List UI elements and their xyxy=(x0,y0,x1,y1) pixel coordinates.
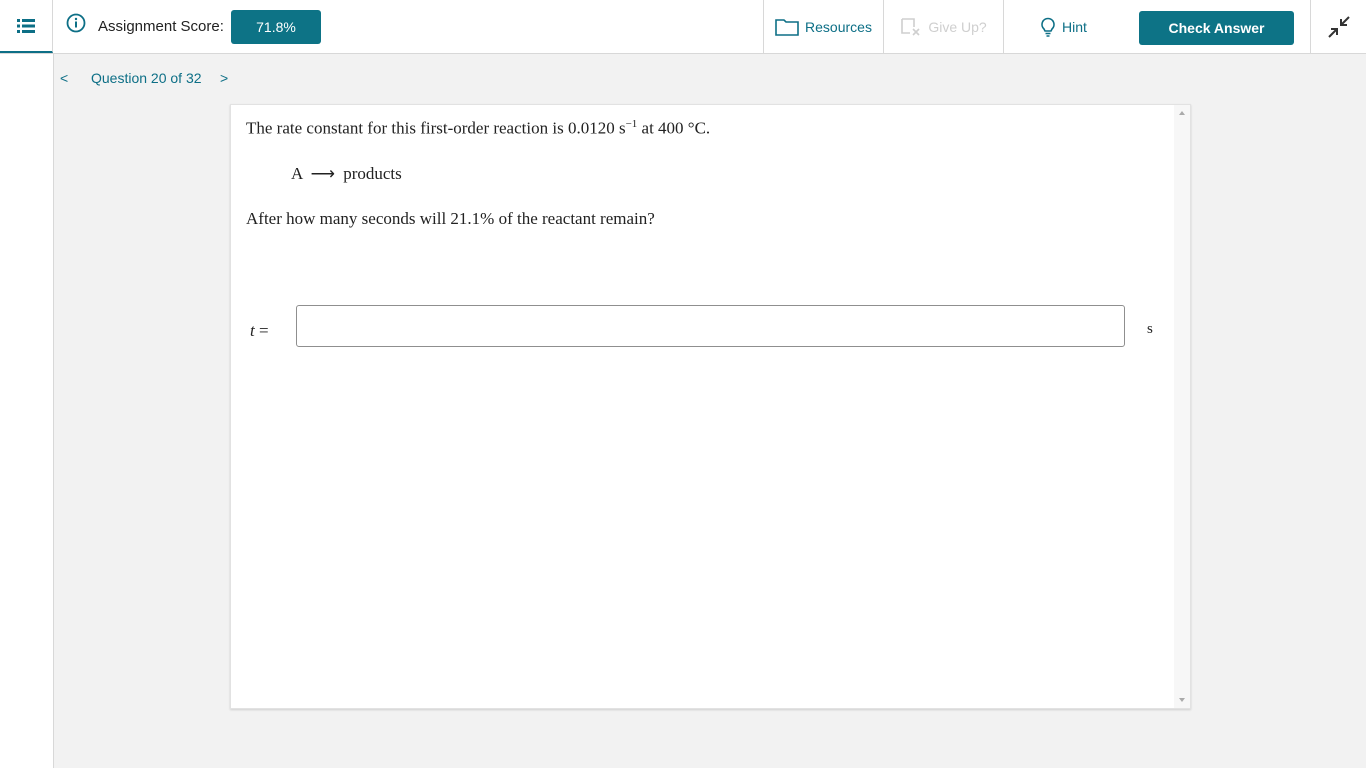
menu-button[interactable] xyxy=(0,0,53,53)
check-answer-button[interactable]: Check Answer xyxy=(1139,11,1294,45)
hint-button[interactable]: Hint xyxy=(1003,0,1123,53)
equals-sign: = xyxy=(254,321,269,340)
list-icon xyxy=(17,18,35,33)
product: products xyxy=(343,164,402,183)
answer-variable-label: t = xyxy=(250,321,269,341)
reaction-equation: A ⟶ products xyxy=(291,164,402,184)
give-up-icon xyxy=(901,17,920,36)
collapse-icon xyxy=(1328,15,1350,38)
scroll-down-arrow-icon[interactable] xyxy=(1179,698,1185,702)
question-statement: The rate constant for this first-order r… xyxy=(246,118,710,139)
question-panel: The rate constant for this first-order r… xyxy=(230,104,1191,709)
question-prompt: After how many seconds will 21.1% of the… xyxy=(246,209,655,228)
question-counter[interactable]: Question 20 of 32 xyxy=(91,70,202,90)
resources-label: Resources xyxy=(805,18,872,35)
reactant: A xyxy=(291,164,303,183)
panel-scrollbar[interactable] xyxy=(1174,105,1190,708)
scroll-up-arrow-icon[interactable] xyxy=(1179,111,1185,115)
assignment-score-badge: 71.8% xyxy=(231,10,321,44)
answer-unit: s xyxy=(1147,321,1153,337)
top-toolbar: Assignment Score: 71.8% Resources Give U… xyxy=(0,0,1366,54)
next-question-button[interactable]: > xyxy=(220,70,234,90)
left-sidebar-strip xyxy=(0,54,54,768)
statement-prefix: The rate constant for this first-order r… xyxy=(246,118,626,138)
give-up-label: Give Up? xyxy=(928,18,987,35)
resources-button[interactable]: Resources xyxy=(763,0,883,53)
previous-question-button[interactable]: < xyxy=(60,70,74,90)
info-icon[interactable] xyxy=(66,13,86,33)
assignment-score-label: Assignment Score: xyxy=(98,18,224,35)
reaction-arrow: ⟶ xyxy=(310,164,335,183)
collapse-button[interactable] xyxy=(1310,0,1366,53)
give-up-button[interactable]: Give Up? xyxy=(883,0,1003,53)
statement-suffix: at 400 °C. xyxy=(637,118,711,138)
hint-label: Hint xyxy=(1062,18,1087,35)
folder-icon xyxy=(775,18,799,36)
rate-unit-exponent: −1 xyxy=(625,118,638,130)
answer-input[interactable] xyxy=(296,305,1125,347)
lightbulb-icon xyxy=(1041,17,1055,37)
